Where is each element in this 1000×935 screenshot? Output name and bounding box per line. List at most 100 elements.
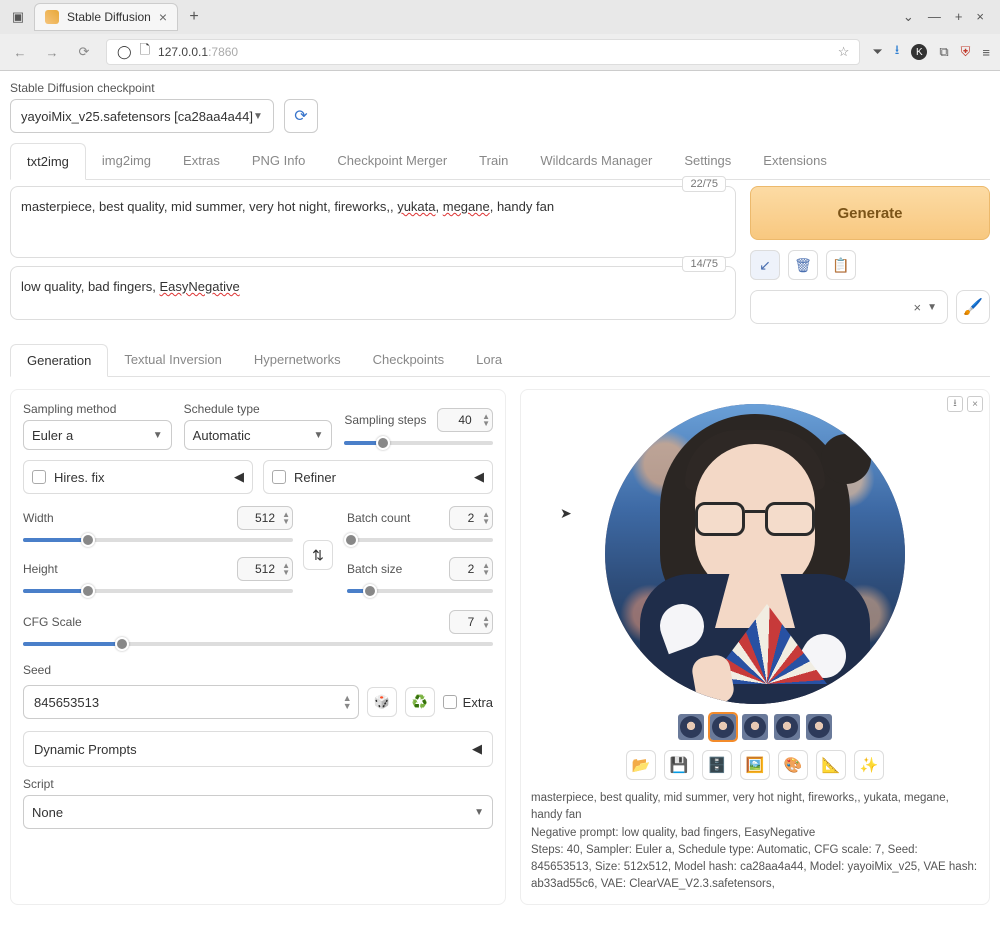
- tab-extras[interactable]: Extras: [167, 143, 236, 179]
- height-slider[interactable]: [23, 584, 293, 598]
- interrogate-button[interactable]: ↙: [750, 250, 780, 280]
- main-tabs: txt2img img2img Extras PNG Info Checkpoi…: [10, 143, 990, 180]
- download-icon[interactable]: ⭳: [895, 41, 900, 63]
- send-img2img-button[interactable]: 🖼️: [740, 750, 770, 780]
- menu-icon[interactable]: ≡: [982, 45, 990, 60]
- send-inpaint-button[interactable]: 🎨: [778, 750, 808, 780]
- script-select[interactable]: None▼: [23, 795, 493, 829]
- subtab-checkpoints[interactable]: Checkpoints: [357, 344, 461, 376]
- expand-icon: ◀: [472, 741, 482, 757]
- url-host: 127.0.0.1: [158, 45, 208, 59]
- batch-size-slider[interactable]: [347, 584, 493, 598]
- schedule-type-select[interactable]: Automatic▼: [184, 420, 333, 450]
- subtab-lora[interactable]: Lora: [460, 344, 518, 376]
- reload-button[interactable]: ⟳: [74, 42, 94, 62]
- batch-count-slider[interactable]: [347, 533, 493, 547]
- shield-icon: ◯: [117, 44, 132, 60]
- thumbnail[interactable]: [742, 714, 768, 740]
- new-tab-button[interactable]: +: [182, 8, 206, 26]
- forward-button[interactable]: →: [42, 42, 62, 62]
- batch-size-input[interactable]: 2▲▼: [449, 557, 493, 581]
- sampling-steps-slider[interactable]: [344, 436, 493, 450]
- reuse-seed-button[interactable]: ♻️: [405, 687, 435, 717]
- tab-checkpoint-merger[interactable]: Checkpoint Merger: [321, 143, 463, 179]
- negative-prompt-input[interactable]: low quality, bad fingers, EasyNegative: [10, 266, 736, 320]
- cfg-input[interactable]: 7▲▼: [449, 610, 493, 634]
- back-button[interactable]: ←: [10, 42, 30, 62]
- dynamic-prompts-accordion[interactable]: Dynamic Prompts ◀: [23, 731, 493, 767]
- chevron-down-icon: ▼: [253, 111, 263, 122]
- maximize-icon[interactable]: +: [955, 9, 963, 25]
- sidebar-toggle-icon[interactable]: ▣: [6, 5, 30, 29]
- download-output-button[interactable]: ⭳: [947, 396, 963, 412]
- checkpoint-value: yayoiMix_v25.safetensors [ca28aa4a44]: [21, 109, 253, 124]
- tab-settings[interactable]: Settings: [668, 143, 747, 179]
- checkpoint-select[interactable]: yayoiMix_v25.safetensors [ca28aa4a44] ▼: [10, 99, 274, 133]
- sampling-steps-label: Sampling steps: [344, 413, 426, 427]
- negative-counter: 14/75: [682, 256, 726, 272]
- open-folder-button[interactable]: 📂: [626, 750, 656, 780]
- chevron-down-icon[interactable]: ⌄: [903, 9, 914, 25]
- hires-fix-toggle[interactable]: Hires. fix ◀: [23, 460, 253, 494]
- subtab-generation[interactable]: Generation: [10, 344, 108, 377]
- sampling-method-select[interactable]: Euler a▼: [23, 420, 172, 450]
- batch-count-input[interactable]: 2▲▼: [449, 506, 493, 530]
- tab-extensions[interactable]: Extensions: [747, 143, 843, 179]
- tab-pnginfo[interactable]: PNG Info: [236, 143, 321, 179]
- seed-extra-toggle[interactable]: Extra: [443, 695, 493, 710]
- tab-txt2img[interactable]: txt2img: [10, 143, 86, 180]
- tab-close-icon[interactable]: ×: [159, 9, 167, 25]
- subtab-textual-inversion[interactable]: Textual Inversion: [108, 344, 238, 376]
- checkpoint-section: Stable Diffusion checkpoint yayoiMix_v25…: [10, 81, 990, 133]
- bookmark-star-icon[interactable]: ☆: [838, 44, 850, 60]
- random-seed-button[interactable]: 🎲: [367, 687, 397, 717]
- send-extras-button[interactable]: 📐: [816, 750, 846, 780]
- thumbnail-selected[interactable]: [710, 714, 736, 740]
- refiner-toggle[interactable]: Refiner ◀: [263, 460, 493, 494]
- save-button[interactable]: 💾: [664, 750, 694, 780]
- thumbnail[interactable]: [678, 714, 704, 740]
- output-image[interactable]: [605, 404, 905, 704]
- width-input[interactable]: 512▲▼: [237, 506, 293, 530]
- tab-img2img[interactable]: img2img: [86, 143, 167, 179]
- positive-counter: 22/75: [682, 176, 726, 192]
- sampling-method-label: Sampling method: [23, 402, 172, 416]
- seed-input[interactable]: 845653513▲▼: [23, 685, 359, 719]
- width-label: Width: [23, 511, 54, 525]
- generation-settings: Sampling method Euler a▼ Schedule type A…: [10, 389, 506, 905]
- styles-select[interactable]: ×▼: [750, 290, 948, 324]
- clear-prompt-button[interactable]: 🗑: [788, 250, 818, 280]
- refresh-checkpoint-button[interactable]: ⟳: [284, 99, 318, 133]
- thumbnail[interactable]: [774, 714, 800, 740]
- profile-k-icon[interactable]: K: [911, 44, 927, 60]
- minimize-icon[interactable]: —: [928, 9, 941, 25]
- cfg-label: CFG Scale: [23, 615, 82, 629]
- subtab-hypernetworks[interactable]: Hypernetworks: [238, 344, 357, 376]
- paste-button[interactable]: 📋: [826, 250, 856, 280]
- thumbnail[interactable]: [806, 714, 832, 740]
- edit-style-button[interactable]: 🖌️: [956, 290, 990, 324]
- positive-prompt-input[interactable]: masterpiece, best quality, mid summer, v…: [10, 186, 736, 258]
- width-slider[interactable]: [23, 533, 293, 547]
- address-bar[interactable]: ◯ 🗋 127.0.0.1:7860 ☆: [106, 39, 860, 65]
- close-output-button[interactable]: ×: [967, 396, 983, 412]
- cfg-slider[interactable]: [23, 637, 493, 651]
- generate-button[interactable]: Generate: [750, 186, 990, 240]
- ublock-icon[interactable]: ⛨: [961, 44, 971, 60]
- sampling-steps-input[interactable]: 40▲▼: [437, 408, 493, 432]
- tab-train[interactable]: Train: [463, 143, 524, 179]
- clear-icon[interactable]: ×: [914, 300, 922, 315]
- height-input[interactable]: 512▲▼: [237, 557, 293, 581]
- url-port: :7860: [208, 45, 238, 59]
- pocket-icon[interactable]: ⏷: [872, 44, 882, 60]
- browser-tab[interactable]: Stable Diffusion ×: [34, 3, 178, 31]
- extensions-icon[interactable]: ⧉: [939, 44, 948, 60]
- tab-favicon-icon: [45, 10, 59, 24]
- zip-button[interactable]: 🗄️: [702, 750, 732, 780]
- swap-dimensions-button[interactable]: ⇅: [303, 540, 333, 570]
- close-window-icon[interactable]: ×: [976, 9, 984, 25]
- schedule-type-label: Schedule type: [184, 402, 333, 416]
- tab-wildcards[interactable]: Wildcards Manager: [524, 143, 668, 179]
- star-button[interactable]: ✨: [854, 750, 884, 780]
- seed-label: Seed: [23, 663, 493, 677]
